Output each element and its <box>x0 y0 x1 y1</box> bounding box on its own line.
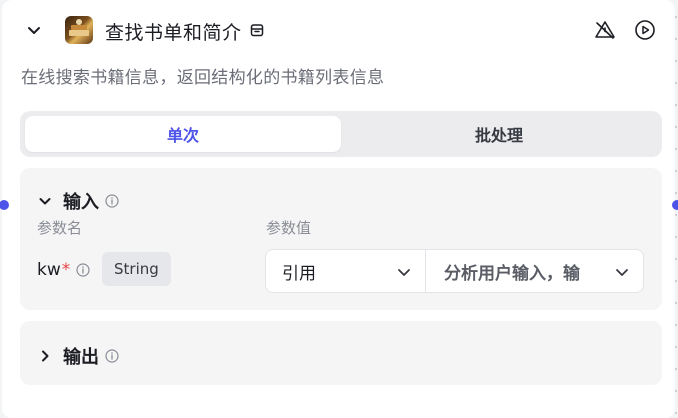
info-icon[interactable] <box>105 349 119 363</box>
info-icon[interactable] <box>76 263 90 277</box>
output-section-title: 输出 <box>63 347 99 368</box>
required-mark: * <box>61 260 71 280</box>
input-section: 输入 参数名 参数值 kw * String 引用 分析用户输入，输 <box>20 168 662 310</box>
mode-tabs: 单次 批处理 <box>20 111 662 157</box>
column-header-param-value: 参数值 <box>266 219 312 237</box>
chevron-down-icon <box>613 263 631 281</box>
column-header-param-name: 参数名 <box>37 219 83 237</box>
param-name-label: kw <box>37 260 61 280</box>
tab-batch[interactable]: 批处理 <box>341 116 657 152</box>
node-header: 查找书单和简介 <box>2 14 675 46</box>
chevron-down-icon <box>395 263 413 281</box>
param-name: kw * <box>37 260 90 280</box>
play-icon[interactable] <box>633 18 657 42</box>
node-title: 查找书单和简介 <box>105 22 242 44</box>
reference-variable-select[interactable]: 分析用户输入，输 <box>426 250 643 292</box>
output-port[interactable] <box>672 200 678 210</box>
param-value-input: 引用 分析用户输入，输 <box>265 249 644 293</box>
chevron-down-icon[interactable] <box>24 20 44 40</box>
store-icon[interactable] <box>249 22 265 38</box>
chevron-right-icon[interactable] <box>37 348 53 364</box>
input-section-title: 输入 <box>63 192 99 213</box>
chevron-down-icon[interactable] <box>37 193 53 209</box>
input-port[interactable] <box>0 200 9 210</box>
param-type-badge: String <box>102 252 171 286</box>
info-icon[interactable] <box>105 194 119 208</box>
output-section: 输出 <box>20 321 662 385</box>
warning-muted-icon[interactable] <box>593 18 617 42</box>
value-source-select[interactable]: 引用 <box>266 250 426 292</box>
book-thumbnail-icon <box>65 16 93 44</box>
tab-single[interactable]: 单次 <box>25 116 341 152</box>
node-description: 在线搜索书籍信息，返回结构化的书籍列表信息 <box>21 68 385 88</box>
value-source-label: 引用 <box>282 263 316 284</box>
reference-variable-label: 分析用户输入，输 <box>444 263 580 284</box>
plugin-node-card[interactable]: 查找书单和简介 在线搜索书籍信息，返回结构化的书籍列表信息 单次 批处理 输入 <box>0 0 678 418</box>
